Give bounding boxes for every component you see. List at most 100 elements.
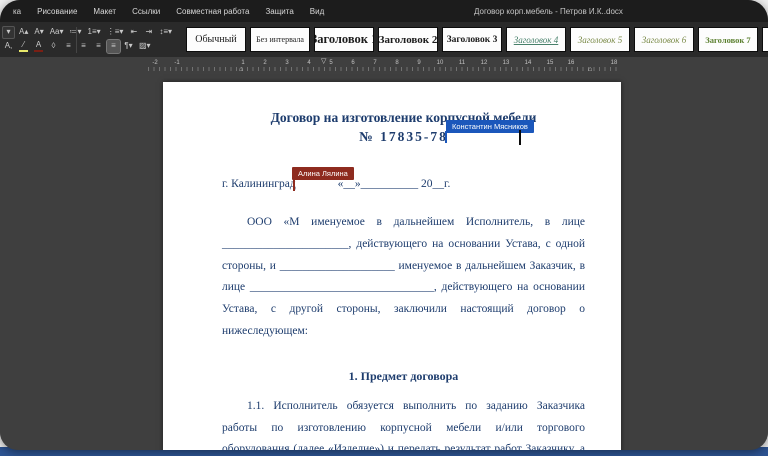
align-justify-icon: ≡ <box>111 42 116 50</box>
style-option-h3[interactable]: Заголовок 3 <box>442 27 502 52</box>
left-indent-marker[interactable]: ⌂ <box>239 66 243 73</box>
shading-icon: ▨▾ <box>139 42 151 50</box>
ruler-mark-10: 10 <box>436 60 445 66</box>
decrease-indent-icon: ⇤ <box>131 28 138 36</box>
intro-paragraph: ООО «М именуемое в дальнейшем Исполнител… <box>222 212 585 343</box>
ruler-mark-16: 16 <box>567 60 576 66</box>
font-color-button[interactable]: A <box>32 40 45 53</box>
ruler-mark-18: 18 <box>610 60 619 66</box>
style-option-h1[interactable]: Заголовок 1 <box>314 27 374 52</box>
menu-item-1[interactable]: Рисование <box>37 7 77 16</box>
line-spacing-icon: ↕≡▾ <box>159 28 172 36</box>
nonprinting-chars-icon: ¶▾ <box>124 42 132 50</box>
text-insertion-cursor <box>519 130 521 145</box>
ruler-mark-11: 11 <box>458 60 466 66</box>
font-size-dropdown-icon: ▾ <box>6 28 10 36</box>
decrease-indent-button[interactable]: ⇤ <box>127 26 140 39</box>
ruler-mark-6: 6 <box>350 60 355 66</box>
numbering-icon: 1≡▾ <box>88 28 101 36</box>
align-left-button[interactable]: ≡ <box>62 40 75 53</box>
style-label: Заголовок 7 <box>705 35 750 45</box>
increase-indent-button[interactable]: ⇥ <box>142 26 155 39</box>
menu-item-partial[interactable]: ка <box>13 7 21 16</box>
ruler-mark-7: 7 <box>372 60 377 66</box>
ruler-mark-12: 12 <box>480 60 489 66</box>
highlight-color-button[interactable]: ⁄ <box>17 40 30 53</box>
ruler-mark-15: 15 <box>546 60 555 66</box>
numbering-button[interactable]: 1≡▾ <box>86 26 103 39</box>
app-window: ка Рисование Макет Ссылки Совместная работа… <box>0 0 768 450</box>
shrink-font-button[interactable]: A▾ <box>32 26 45 39</box>
style-option-normal[interactable]: Обычный <box>186 27 246 52</box>
section-heading: 1. Предмет договора <box>222 369 585 384</box>
document-page[interactable]: Договор на изготовление корпусной мебели… <box>163 82 621 450</box>
ruler-ticks <box>148 67 620 71</box>
font-color-icon: A <box>36 41 41 49</box>
horizontal-ruler[interactable]: ▽ ⌂ ⌂ -2-11234567891011121314151618 <box>0 57 768 78</box>
align-center-icon: ≡ <box>81 42 86 50</box>
grow-font-button[interactable]: A▴ <box>17 26 30 39</box>
ruler-mark-9: 9 <box>416 60 421 66</box>
ruler-mark-2: 2 <box>262 60 267 66</box>
font-size-dropdown[interactable]: ▾ <box>2 26 15 39</box>
style-label: Заголовок 5 <box>578 35 623 45</box>
clear-style-button[interactable]: ◊ <box>47 40 60 53</box>
change-case-button[interactable]: Aa▾ <box>48 26 66 39</box>
align-right-button[interactable]: ≡ <box>92 40 105 53</box>
menu-bar: Рисование Макет Ссылки Совместная работа Защ… <box>37 7 324 16</box>
multilevel-list-icon: ⋮≡▾ <box>107 28 124 36</box>
align-center-button[interactable]: ≡ <box>77 40 90 53</box>
menu-item-6[interactable]: Вид <box>310 7 324 16</box>
style-label: Заголовок 4 <box>514 35 559 45</box>
shading-button[interactable]: ▨▾ <box>137 40 153 53</box>
menu-item-5[interactable]: Защита <box>265 7 293 16</box>
right-indent-marker[interactable]: ⌂ <box>588 66 592 73</box>
title-bar: ка Рисование Макет Ссылки Совместная работа… <box>0 0 768 22</box>
toolbar: ▾A▴A▾Aa▾≔▾1≡▾⋮≡▾⇤⇥↕≡▾ A,⁄A◊≡≡≡≡¶▾▨▾ Обыч… <box>0 22 768 57</box>
color-bar <box>34 50 43 52</box>
clear-style-icon: ◊ <box>52 42 56 50</box>
ruler-mark-4: 4 <box>306 60 311 66</box>
highlight-color-icon: ⁄ <box>23 41 24 49</box>
align-left-icon: ≡ <box>66 42 71 50</box>
subscript-button[interactable]: A, <box>2 40 15 53</box>
menu-item-4[interactable]: Совместная работа <box>176 7 249 16</box>
city-date-line: г. Калининград«__»__________ 20__г. <box>222 178 585 190</box>
style-label: Обычный <box>195 34 236 45</box>
work-area: ▽ ⌂ ⌂ -2-11234567891011121314151618 Дого… <box>0 57 768 450</box>
nonprinting-chars-button[interactable]: ¶▾ <box>122 40 135 53</box>
first-line-indent-marker[interactable]: ▽ <box>321 58 326 65</box>
style-option-h7[interactable]: Заголовок 7 <box>698 27 758 52</box>
style-label: Заголовок 1 <box>314 32 374 47</box>
menu-item-3[interactable]: Ссылки <box>132 7 160 16</box>
change-case-icon: Aa▾ <box>50 28 64 36</box>
increase-indent-icon: ⇥ <box>146 28 153 36</box>
multilevel-list-button[interactable]: ⋮≡▾ <box>105 26 126 39</box>
ruler-mark-13: 13 <box>502 60 511 66</box>
shrink-font-icon: A▾ <box>34 28 43 36</box>
ruler-mark-14: 14 <box>524 60 533 66</box>
ruler-mark--2: -2 <box>151 60 158 66</box>
style-option-h6[interactable]: Заголовок 6 <box>634 27 694 52</box>
align-right-icon: ≡ <box>96 42 101 50</box>
menu-item-2[interactable]: Макет <box>93 7 116 16</box>
color-bar <box>19 50 28 52</box>
style-option-nospacing[interactable]: Без интервала <box>250 27 310 52</box>
ruler-mark-8: 8 <box>394 60 399 66</box>
ruler-mark-1: 1 <box>240 60 245 66</box>
style-label: Заголовок 2 <box>379 34 438 46</box>
city-text: г. Калининград <box>222 178 296 190</box>
ruler-mark--1: -1 <box>173 60 180 66</box>
style-gallery: Обычный Без интервала Заголовок 1 Заголовок… <box>186 27 768 52</box>
line-spacing-button[interactable]: ↕≡▾ <box>157 26 174 39</box>
ruler-mark-5: 5 <box>328 60 333 66</box>
toolbar-divider <box>76 27 77 53</box>
style-option-h4[interactable]: Заголовок 4 <box>506 27 566 52</box>
align-justify-button[interactable]: ≡ <box>107 40 120 53</box>
style-label: Заголовок 6 <box>642 35 687 45</box>
style-label: Заголовок 3 <box>447 35 498 45</box>
grow-font-icon: A▴ <box>19 28 28 36</box>
style-option-h2[interactable]: Заголовок 2 <box>378 27 438 52</box>
style-option-h5[interactable]: Заголовок 5 <box>570 27 630 52</box>
style-option-h8[interactable]: Заголовок 8 <box>762 27 768 52</box>
